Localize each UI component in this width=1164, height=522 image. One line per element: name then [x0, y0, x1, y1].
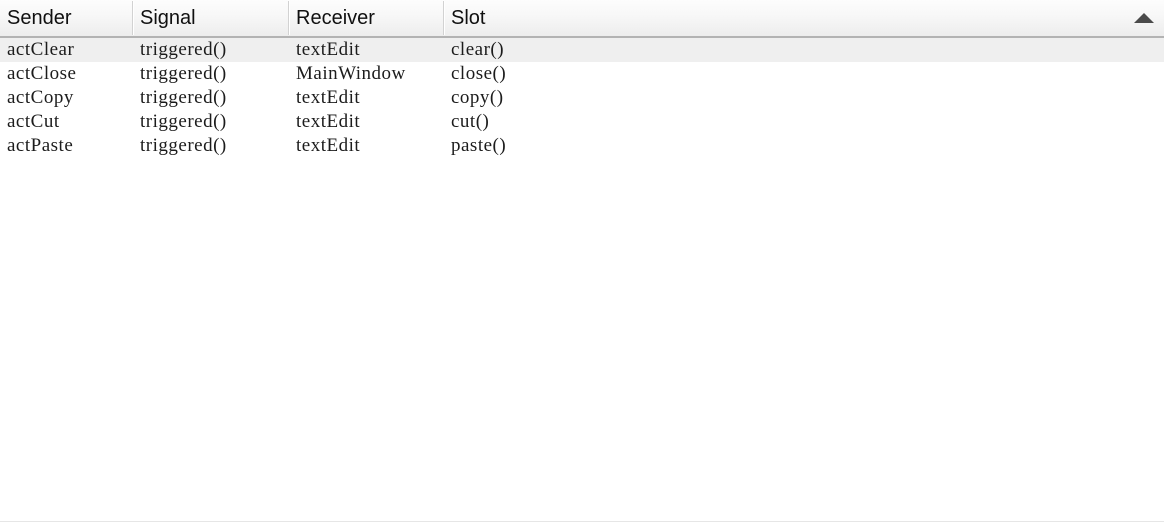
table-row[interactable]: actClose triggered() MainWindow close(): [0, 62, 1164, 86]
cell-slot[interactable]: paste(): [444, 134, 1164, 158]
column-header-signal[interactable]: Signal: [133, 0, 289, 36]
cell-sender[interactable]: actClose: [0, 62, 133, 86]
table-row[interactable]: actCopy triggered() textEdit copy(): [0, 86, 1164, 110]
column-header-sender[interactable]: Sender: [0, 0, 133, 36]
column-header-signal-label: Signal: [140, 6, 196, 29]
column-header-receiver[interactable]: Receiver: [289, 0, 444, 36]
table-row[interactable]: actClear triggered() textEdit clear(): [0, 38, 1164, 62]
table-header-row: Sender Signal Receiver Slot: [0, 0, 1164, 38]
column-header-receiver-label: Receiver: [296, 6, 375, 29]
cell-slot[interactable]: cut(): [444, 110, 1164, 134]
cell-receiver[interactable]: MainWindow: [289, 62, 444, 86]
cell-receiver[interactable]: textEdit: [289, 110, 444, 134]
cell-sender[interactable]: actPaste: [0, 134, 133, 158]
sort-ascending-triangle-icon[interactable]: [1134, 13, 1154, 23]
cell-slot[interactable]: copy(): [444, 86, 1164, 110]
cell-signal[interactable]: triggered(): [133, 62, 289, 86]
cell-signal[interactable]: triggered(): [133, 134, 289, 158]
cell-sender[interactable]: actCut: [0, 110, 133, 134]
column-header-sender-label: Sender: [7, 6, 72, 29]
cell-receiver[interactable]: textEdit: [289, 86, 444, 110]
cell-slot[interactable]: close(): [444, 62, 1164, 86]
cell-receiver[interactable]: textEdit: [289, 134, 444, 158]
cell-signal[interactable]: triggered(): [133, 38, 289, 62]
cell-receiver[interactable]: textEdit: [289, 38, 444, 62]
empty-area[interactable]: [0, 158, 1164, 159]
table-row[interactable]: actCut triggered() textEdit cut(): [0, 110, 1164, 134]
cell-signal[interactable]: triggered(): [133, 110, 289, 134]
cell-slot[interactable]: clear(): [444, 38, 1164, 62]
table-body: actClear triggered() textEdit clear() ac…: [0, 38, 1164, 158]
column-header-slot-label: Slot: [451, 6, 486, 29]
signal-slot-table-view[interactable]: Sender Signal Receiver Slot actClear tri…: [0, 0, 1164, 522]
cell-signal[interactable]: triggered(): [133, 86, 289, 110]
column-header-slot[interactable]: Slot: [444, 0, 1164, 36]
cell-sender[interactable]: actClear: [0, 38, 133, 62]
cell-sender[interactable]: actCopy: [0, 86, 133, 110]
table-row[interactable]: actPaste triggered() textEdit paste(): [0, 134, 1164, 158]
